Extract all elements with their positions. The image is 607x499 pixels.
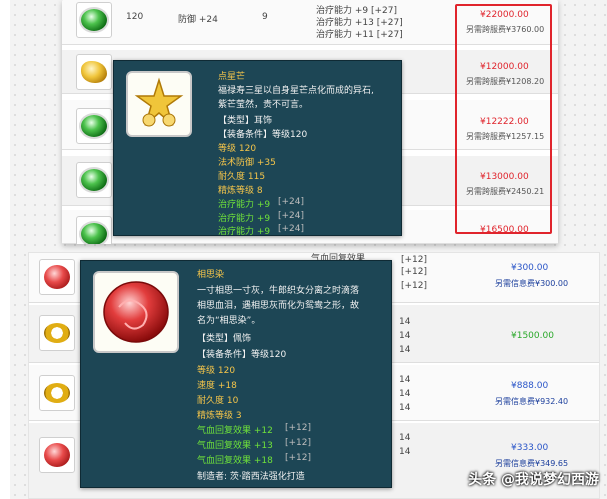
item-magic-defense: 法术防御 +35 [218,158,276,168]
red-stone-icon [103,281,169,343]
item-name: 点星芒 [218,72,246,82]
item-heal-bonus: [+24] [278,224,305,234]
item-tooltip: 点星芒 福禄寿三星以自身星芒点化而成的异石, 紫芒莹然，贵不可言。 【类型】耳饰… [113,60,402,237]
item-image [126,71,192,137]
star-jewel-icon [134,77,184,127]
item-level: 等级 120 [197,366,236,376]
gold-ring-icon [44,383,70,403]
row-number: 14 [399,331,411,341]
item-level: 120 [126,12,144,22]
item-tooltip: 相思染 一寸相思一寸灰，牛郎织女分离之时滴落 相思血泪，遇相思灰而化为鸳鸯之形，… [80,260,392,488]
item-extra-fee: 另需跨服费¥2450.21 [466,187,545,196]
item-price: ¥12222.00 [480,117,529,127]
item-hp-regen-stat: 气血回复效果 +12 [197,426,273,436]
item-maker: 制造者: 茨·踏西法强化打造 [197,472,305,482]
red-gem-icon [44,265,70,289]
item-extra-fee: 另需信息费¥932.40 [495,397,569,406]
item-heal-stat: 治疗能力 +9 [218,227,271,237]
item-price: ¥300.00 [511,263,549,273]
item-thumbnail[interactable] [39,259,75,295]
partial-bonus-text: [+12] [401,267,428,277]
item-hp-regen-stat: 气血回复效果 +18 [197,456,273,466]
item-extra-fee: 另需信息费¥349.65 [495,459,569,468]
item-heal-bonus: [+24] [278,197,305,207]
partial-bonus-text: [+12] [401,255,428,265]
green-gem-icon [81,9,107,31]
item-price: ¥333.00 [511,443,549,453]
item-name: 相思染 [197,270,225,280]
page-margin [0,0,10,499]
item-refine-level: 精炼等级 8 [218,186,263,196]
item-thumbnail[interactable] [39,375,75,411]
item-extra-fee: 另需跨服费¥3760.00 [466,25,545,34]
item-thumbnail[interactable] [76,54,112,90]
item-thumbnail[interactable] [76,216,112,244]
item-extra-fee: 另需跨服费¥1257.15 [466,132,545,141]
green-gem-icon [81,115,107,137]
item-equip-condition: 【装备条件】等级120 [197,350,287,360]
row-number: 14 [399,403,411,413]
row-number: 14 [399,345,411,355]
item-description: 一寸相思一寸灰，牛郎织女分离之时滴落 [197,286,360,296]
item-refine-level: 精炼等级 3 [197,411,242,421]
item-heal-bonus: [+24] [278,211,305,221]
item-extra-fee: 另需跨服费¥1208.20 [466,77,545,86]
item-extra-fee: 另需信息费¥300.00 [495,279,569,288]
item-type: 【类型】耳饰 [218,116,273,126]
item-hp-regen-stat: 气血回复效果 +13 [197,441,273,451]
item-price: ¥12000.00 [480,62,529,72]
item-price: ¥16500.00 [480,225,529,235]
item-price: ¥1500.00 [511,331,554,341]
item-hp-regen-bonus: [+12] [285,423,312,433]
row-number: 14 [399,389,411,399]
item-thumbnail[interactable] [76,2,112,38]
gold-gem-icon [81,61,107,83]
item-price: ¥888.00 [511,381,549,391]
item-thumbnail[interactable] [76,162,112,198]
item-level: 等级 120 [218,144,257,154]
item-equip-condition: 【装备条件】等级120 [218,130,308,140]
item-durability: 耐久度 10 [197,396,239,406]
partial-bonus-text: [+12] [401,281,428,291]
row-number: 14 [399,317,411,327]
item-heal-stat: 治疗能力 +9 [218,200,271,210]
row-number: 14 [399,375,411,385]
item-bonus: 治疗能力 +11 [+27] [316,30,403,40]
watermark: 头条 @我说梦幻西游 [468,472,599,488]
item-attribute: 防御 +24 [178,15,218,25]
item-image [93,271,179,353]
item-type: 【类型】佩饰 [197,334,252,344]
item-durability: 耐久度 115 [218,172,266,182]
item-description: 紫芒莹然，贵不可言。 [218,100,309,110]
item-thumbnail[interactable] [39,315,75,351]
item-hp-regen-bonus: [+12] [285,438,312,448]
green-gem-icon [81,223,107,244]
red-gem-icon [44,443,70,467]
item-price: ¥22000.00 [480,10,529,20]
item-hp-regen-bonus: [+12] [285,453,312,463]
row-number: 14 [399,433,411,443]
item-thumbnail[interactable] [76,108,112,144]
green-gem-icon [81,169,107,191]
item-description: 福禄寿三星以自身星芒点化而成的异石, [218,86,374,96]
gold-ring-icon [44,323,70,343]
item-speed: 速度 +18 [197,381,237,391]
item-heal-stat: 治疗能力 +9 [218,214,271,224]
item-description: 名为“相思染”。 [197,316,261,326]
item-description: 相思血泪，遇相思灰而化为鸳鸯之形，故 [197,301,360,311]
row-number: 14 [399,447,411,457]
item-thumbnail[interactable] [39,437,75,473]
item-price: ¥13000.00 [480,172,529,182]
item-count: 9 [262,12,268,22]
